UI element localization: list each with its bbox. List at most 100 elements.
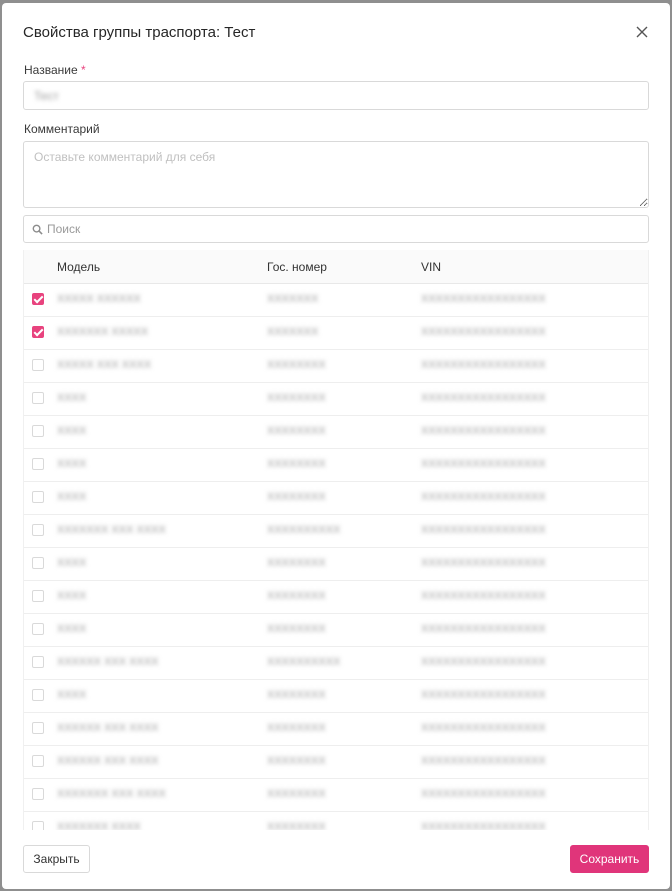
- cell-model: XXXX: [57, 491, 87, 503]
- column-model: Модель: [57, 260, 101, 274]
- cell-model: XXXXXXX XXX XXXX: [57, 788, 166, 800]
- table-row[interactable]: XXXXXXX XXX XXXXXXXXXXXXXXXXXXXXXXXXXXXX…: [24, 515, 648, 548]
- table-row[interactable]: XXXX XXXXXXXX XXXXXXXXXXXXXXXXX: [24, 449, 648, 482]
- row-checkbox[interactable]: [32, 491, 44, 503]
- row-checkbox[interactable]: [32, 788, 44, 800]
- cell-vin: XXXXXXXXXXXXXXXXX: [421, 722, 546, 734]
- table-row[interactable]: XXXX XXXXXXXX XXXXXXXXXXXXXXXXX: [24, 581, 648, 614]
- required-mark: *: [80, 63, 86, 77]
- cell-model: XXXXXXX XXX XXXX: [57, 524, 166, 536]
- row-checkbox[interactable]: [32, 557, 44, 569]
- vehicles-table: Модель Гос. номер VIN XXXXX XXXXXX XXXXXX…: [23, 250, 649, 830]
- cell-plate: XXXXXXXX: [267, 557, 326, 569]
- dialog-title: Свойства группы траспорта: Тест: [23, 24, 256, 41]
- table-row[interactable]: XXXXXXX XXX XXXXXXXXXXXXXXXXXXXXXXXXXXXX…: [24, 779, 648, 812]
- cell-model: XXXXXX XXX XXXX: [57, 722, 159, 734]
- cell-vin: XXXXXXXXXXXXXXXXX: [421, 425, 546, 437]
- cell-plate: XXXXXXXX: [267, 491, 326, 503]
- close-icon[interactable]: [633, 23, 651, 41]
- cell-vin: XXXXXXXXXXXXXXXXX: [421, 656, 546, 668]
- table-row[interactable]: XXXXXX XXX XXXX XXXXXXXX XXXXXXXXXXXXXXXXX: [24, 713, 648, 746]
- cell-model: XXXXXXX XXXX: [57, 821, 141, 830]
- cell-vin: XXXXXXXXXXXXXXXXX: [421, 821, 546, 830]
- table-row[interactable]: XXXX XXXXXXXX XXXXXXXXXXXXXXXXX: [24, 383, 648, 416]
- comment-label: Комментарий: [24, 122, 100, 136]
- row-checkbox[interactable]: [32, 689, 44, 701]
- row-checkbox[interactable]: [32, 656, 44, 668]
- row-checkbox[interactable]: [32, 293, 44, 305]
- row-checkbox[interactable]: [32, 821, 44, 830]
- name-field[interactable]: Тест: [23, 81, 649, 110]
- row-checkbox[interactable]: [32, 524, 44, 536]
- cell-plate: XXXXXXXX: [267, 425, 326, 437]
- cell-plate: XXXXXXXX: [267, 392, 326, 404]
- cell-model: XXXX: [57, 623, 87, 635]
- row-checkbox[interactable]: [32, 722, 44, 734]
- search-box[interactable]: [23, 215, 649, 243]
- cell-vin: XXXXXXXXXXXXXXXXX: [421, 524, 546, 536]
- cell-model: XXXXX XXX XXXX: [57, 359, 152, 371]
- cell-model: XXXXXX XXX XXXX: [57, 755, 159, 767]
- table-row[interactable]: XXXX XXXXXXXX XXXXXXXXXXXXXXXXX: [24, 416, 648, 449]
- cell-plate: XXXXXXXX: [267, 458, 326, 470]
- cell-model: XXXX: [57, 458, 87, 470]
- cell-vin: XXXXXXXXXXXXXXXXX: [421, 689, 546, 701]
- cell-vin: XXXXXXXXXXXXXXXXX: [421, 359, 546, 371]
- cell-vin: XXXXXXXXXXXXXXXXX: [421, 491, 546, 503]
- table-row[interactable]: XXXXXX XXX XXXX XXXXXXXX XXXXXXXXXXXXXXXXX: [24, 746, 648, 779]
- column-vin: VIN: [421, 260, 442, 274]
- cell-vin: XXXXXXXXXXXXXXXXX: [421, 788, 546, 800]
- cell-vin: XXXXXXXXXXXXXXXXX: [421, 293, 546, 305]
- cell-model: XXXXX XXXXXX: [57, 293, 141, 305]
- save-button[interactable]: Сохранить: [570, 845, 649, 873]
- row-checkbox[interactable]: [32, 392, 44, 404]
- table-row[interactable]: XXXXXXX XXXXXXXXXXXXXXXXXXXXXXXXXXXXX: [24, 812, 648, 830]
- cell-plate: XXXXXXXXXX: [267, 656, 341, 668]
- table-row[interactable]: XXXXXXX XXXXXXXXXXXXXXXXXXXXXXXXXXXXX: [24, 317, 648, 350]
- cell-plate: XXXXXXXX: [267, 623, 326, 635]
- cell-vin: XXXXXXXXXXXXXXXXX: [421, 623, 546, 635]
- column-plate: Гос. номер: [267, 260, 327, 274]
- cell-vin: XXXXXXXXXXXXXXXXX: [421, 392, 546, 404]
- table-row[interactable]: XXXXX XXXXXX XXXXXXX XXXXXXXXXXXXXXXXX: [24, 284, 648, 317]
- table-row[interactable]: XXXXX XXX XXXX XXXXXXXX XXXXXXXXXXXXXXXXX: [24, 350, 648, 383]
- search-input[interactable]: [47, 222, 640, 236]
- row-checkbox[interactable]: [32, 623, 44, 635]
- cell-model: XXXX: [57, 590, 87, 602]
- name-value: Тест: [34, 88, 59, 103]
- row-checkbox[interactable]: [32, 425, 44, 437]
- cell-plate: XXXXXXXX: [267, 821, 326, 830]
- row-checkbox[interactable]: [32, 755, 44, 767]
- name-label: Название *: [24, 63, 86, 77]
- cell-plate: XXXXXXXX: [267, 359, 326, 371]
- cell-plate: XXXXXXXXXX: [267, 524, 341, 536]
- table-row[interactable]: XXXX XXXXXXXX XXXXXXXXXXXXXXXXX: [24, 680, 648, 713]
- cell-model: XXXX: [57, 425, 87, 437]
- group-properties-dialog: Свойства группы траспорта: Тест Название…: [2, 3, 670, 889]
- cell-plate: XXXXXXXX: [267, 788, 326, 800]
- comment-field[interactable]: [23, 141, 649, 208]
- cell-vin: XXXXXXXXXXXXXXXXX: [421, 458, 546, 470]
- cell-vin: XXXXXXXXXXXXXXXXX: [421, 755, 546, 767]
- cell-model: XXXXXXX XXXXX: [57, 326, 149, 338]
- cell-vin: XXXXXXXXXXXXXXXXX: [421, 326, 546, 338]
- cell-plate: XXXXXXXX: [267, 722, 326, 734]
- cell-model: XXXX: [57, 689, 87, 701]
- table-row[interactable]: XXXXXX XXX XXXX XXXXXXXXXX XXXXXXXXXXXXXXX…: [24, 647, 648, 680]
- cell-model: XXXX: [57, 557, 87, 569]
- table-row[interactable]: XXXX XXXXXXXX XXXXXXXXXXXXXXXXX: [24, 548, 648, 581]
- row-checkbox[interactable]: [32, 326, 44, 338]
- table-body: XXXXX XXXXXX XXXXXXX XXXXXXXXXXXXXXXXX XXXX…: [24, 284, 648, 830]
- table-row[interactable]: XXXX XXXXXXXX XXXXXXXXXXXXXXXXX: [24, 614, 648, 647]
- cell-vin: XXXXXXXXXXXXXXXXX: [421, 557, 546, 569]
- table-row[interactable]: XXXX XXXXXXXX XXXXXXXXXXXXXXXXX: [24, 482, 648, 515]
- cell-plate: XXXXXXX: [267, 293, 319, 305]
- row-checkbox[interactable]: [32, 590, 44, 602]
- cell-vin: XXXXXXXXXXXXXXXXX: [421, 590, 546, 602]
- cell-model: XXXX: [57, 392, 87, 404]
- cell-plate: XXXXXXX: [267, 326, 319, 338]
- row-checkbox[interactable]: [32, 359, 44, 371]
- row-checkbox[interactable]: [32, 458, 44, 470]
- close-button[interactable]: Закрыть: [23, 845, 90, 873]
- cell-model: XXXXXX XXX XXXX: [57, 656, 159, 668]
